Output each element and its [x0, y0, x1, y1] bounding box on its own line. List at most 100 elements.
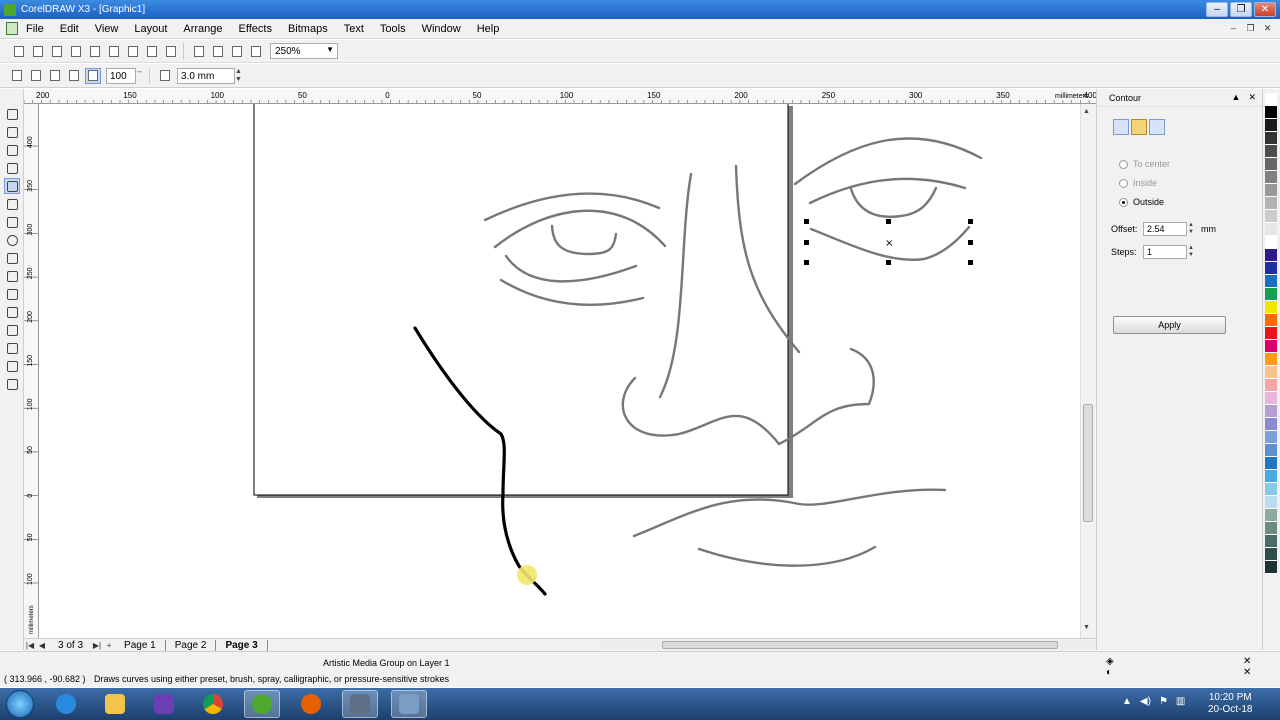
- paste-icon[interactable]: [125, 43, 141, 59]
- menu-effects[interactable]: Effects: [239, 23, 272, 35]
- menu-view[interactable]: View: [95, 23, 119, 35]
- vertical-ruler[interactable]: 400 350 300 250 200 150 100 50 0 50 100 millimeters: [24, 104, 39, 638]
- radio-inside[interactable]: [1119, 178, 1128, 188]
- color-swatch[interactable]: [1265, 288, 1277, 301]
- rectangle-tool-icon[interactable]: [4, 214, 20, 230]
- color-swatch[interactable]: [1265, 236, 1277, 249]
- color-swatch[interactable]: [1265, 535, 1277, 548]
- menu-help[interactable]: Help: [477, 23, 500, 35]
- horizontal-scroll-thumb[interactable]: [662, 641, 1058, 649]
- network-app-icon[interactable]: [391, 690, 427, 718]
- tab-page-3[interactable]: Page 3: [216, 639, 268, 651]
- zoom-tool-icon[interactable]: [4, 160, 20, 176]
- minimize-button[interactable]: –: [1206, 2, 1228, 17]
- eyedropper-tool-icon[interactable]: [4, 322, 20, 338]
- color-swatch[interactable]: [1265, 509, 1277, 522]
- color-swatch[interactable]: [1265, 249, 1277, 262]
- interactive-fill-tool-icon[interactable]: [4, 376, 20, 392]
- menu-edit[interactable]: Edit: [60, 23, 79, 35]
- tab-page-2[interactable]: Page 2: [166, 639, 217, 651]
- pick-tool-icon[interactable]: [4, 106, 20, 122]
- color-swatch[interactable]: [1265, 171, 1277, 184]
- color-swatch[interactable]: [1265, 457, 1277, 470]
- outline-tool-icon[interactable]: [4, 340, 20, 356]
- color-swatch[interactable]: [1265, 158, 1277, 171]
- zoom-level-select[interactable]: 250% ▼: [270, 43, 338, 59]
- color-swatch[interactable]: [1265, 314, 1277, 327]
- print-icon[interactable]: [68, 43, 84, 59]
- network-icon[interactable]: ▥: [1176, 696, 1185, 707]
- scroll-down-icon[interactable]: ▼: [1083, 624, 1090, 631]
- menu-layout[interactable]: Layout: [134, 23, 167, 35]
- tab-page-1[interactable]: Page 1: [115, 639, 166, 651]
- scroll-up-icon[interactable]: ▲: [1083, 108, 1090, 115]
- preset-mode-icon[interactable]: [9, 68, 25, 84]
- no-fill-indicator-icon[interactable]: ✕ ✕: [1243, 656, 1251, 678]
- restore-button[interactable]: ❐: [1230, 2, 1252, 17]
- internet-explorer-icon[interactable]: [48, 690, 84, 718]
- sprayer-mode-icon[interactable]: [47, 68, 63, 84]
- doc-close-button[interactable]: ✕: [1261, 22, 1274, 34]
- stroke-width-spinner[interactable]: ▲ ▼: [235, 68, 244, 84]
- color-swatch[interactable]: [1265, 379, 1277, 392]
- volume-icon[interactable]: ◀): [1140, 696, 1151, 707]
- color-swatch[interactable]: [1265, 197, 1277, 210]
- new-icon[interactable]: [11, 43, 27, 59]
- vertical-scroll-thumb[interactable]: [1083, 404, 1093, 522]
- basic-shapes-tool-icon[interactable]: [4, 268, 20, 284]
- steps-spinner[interactable]: ▲ ▼: [1188, 245, 1197, 259]
- coreldraw-taskbar-icon[interactable]: [244, 690, 280, 718]
- color-swatch[interactable]: [1265, 301, 1277, 314]
- next-page-icon[interactable]: ▶|: [91, 641, 103, 650]
- stroke-width-field[interactable]: 3.0 mm: [177, 67, 235, 84]
- save-icon[interactable]: [49, 43, 65, 59]
- color-swatch[interactable]: [1265, 145, 1277, 158]
- contour-acceleration-page-icon[interactable]: [1149, 119, 1165, 135]
- corel-online-icon[interactable]: [248, 43, 264, 59]
- color-swatch[interactable]: [1265, 366, 1277, 379]
- color-swatch[interactable]: [1265, 444, 1277, 457]
- color-swatch[interactable]: [1265, 405, 1277, 418]
- menu-tools[interactable]: Tools: [380, 23, 406, 35]
- interactive-blend-tool-icon[interactable]: [4, 304, 20, 320]
- visual-studio-icon[interactable]: [146, 690, 182, 718]
- fill-tool-icon[interactable]: [4, 358, 20, 374]
- horizontal-scrollbar[interactable]: [600, 640, 1096, 650]
- polygon-tool-icon[interactable]: [4, 250, 20, 266]
- crop-tool-icon[interactable]: [4, 142, 20, 158]
- steps-field[interactable]: 1: [1143, 245, 1187, 259]
- color-swatch[interactable]: [1265, 223, 1277, 236]
- application-launcher-icon[interactable]: [229, 43, 245, 59]
- cut-icon[interactable]: [87, 43, 103, 59]
- color-swatch[interactable]: [1265, 93, 1277, 106]
- offset-field[interactable]: 2.54: [1143, 222, 1187, 236]
- color-swatch[interactable]: [1265, 483, 1277, 496]
- docker-collapse-icon[interactable]: ▲: [1232, 92, 1241, 103]
- ellipse-tool-icon[interactable]: [4, 232, 20, 248]
- color-swatch[interactable]: [1265, 548, 1277, 561]
- tray-arrow-icon[interactable]: ▲: [1122, 696, 1132, 707]
- doc-minimize-button[interactable]: –: [1227, 22, 1240, 34]
- menu-file[interactable]: File: [26, 23, 44, 35]
- color-swatch[interactable]: [1265, 119, 1277, 132]
- color-swatch[interactable]: [1265, 210, 1277, 223]
- option-outside[interactable]: Outside: [1119, 197, 1164, 207]
- color-swatch[interactable]: [1265, 106, 1277, 119]
- chrome-icon[interactable]: [195, 690, 231, 718]
- color-swatch[interactable]: [1265, 418, 1277, 431]
- pressure-mode-icon[interactable]: [85, 67, 101, 84]
- apply-button[interactable]: Apply: [1113, 316, 1226, 334]
- radio-to-center[interactable]: [1119, 159, 1128, 169]
- brush-mode-icon[interactable]: [28, 68, 44, 84]
- menu-window[interactable]: Window: [422, 23, 461, 35]
- color-swatch[interactable]: [1265, 561, 1277, 574]
- text-tool-icon[interactable]: [4, 286, 20, 302]
- color-swatch[interactable]: [1265, 132, 1277, 145]
- first-page-icon[interactable]: |◀: [24, 641, 36, 650]
- color-swatch[interactable]: [1265, 327, 1277, 340]
- close-button[interactable]: ✕: [1254, 2, 1276, 17]
- color-swatch[interactable]: [1265, 262, 1277, 275]
- smart-fill-tool-icon[interactable]: [4, 196, 20, 212]
- color-swatch[interactable]: [1265, 496, 1277, 509]
- smoothing-slider-icon[interactable]: ↔: [136, 68, 145, 84]
